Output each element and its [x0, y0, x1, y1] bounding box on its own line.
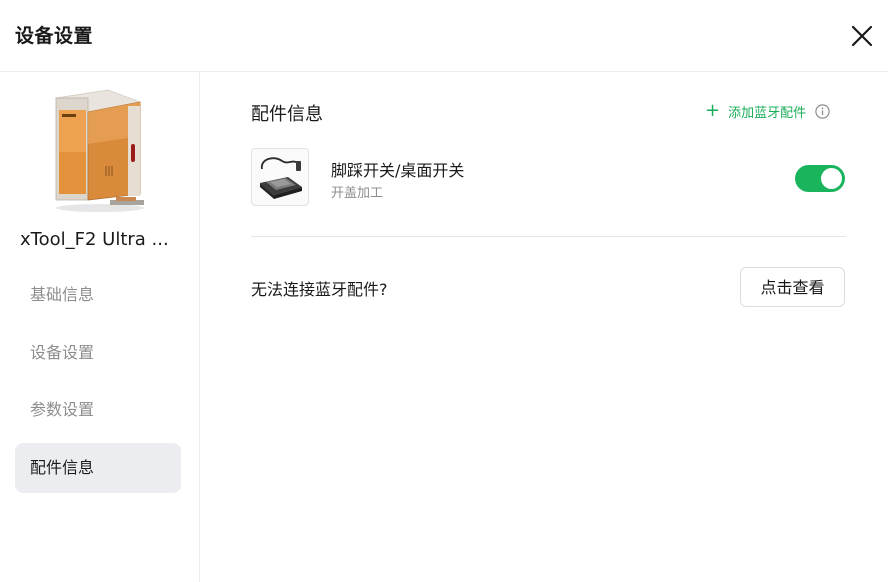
accessory-name: 脚踩开关/桌面开关 [331, 161, 465, 180]
section-title: 配件信息 [251, 104, 323, 125]
sidebar-item-accessory-info[interactable]: 配件信息 [15, 443, 181, 493]
close-icon[interactable] [848, 22, 876, 50]
foot-switch-thumbnail [251, 148, 309, 206]
view-help-button[interactable]: 点击查看 [740, 267, 845, 307]
plus-icon: + [705, 100, 721, 121]
add-bluetooth-accessory-link[interactable]: + 添加蓝牙配件 [705, 101, 830, 121]
dialog-header: 设备设置 [0, 0, 888, 72]
sidebar-item-basic-info[interactable]: 基础信息 [15, 270, 181, 320]
device-name: xTool_F2 Ultra ... [20, 229, 169, 250]
toggle-knob [821, 168, 842, 189]
dialog-title: 设备设置 [15, 25, 94, 47]
accessory-enable-toggle[interactable] [795, 165, 845, 192]
sidebar: xTool_F2 Ultra ... 基础信息 设备设置 参数设置 配件信息 [0, 72, 200, 582]
device-image [48, 84, 148, 212]
sidebar-item-device-settings[interactable]: 设备设置 [15, 328, 181, 378]
sidebar-item-parameter-settings[interactable]: 参数设置 [15, 385, 181, 435]
main-content: 配件信息 + 添加蓝牙配件 脚踩开关/桌面开关 开盖加工 无法连接蓝牙配件? 点… [200, 72, 888, 582]
cant-connect-text: 无法连接蓝牙配件? [251, 280, 388, 299]
divider [251, 236, 846, 237]
accessory-subtitle: 开盖加工 [331, 186, 384, 201]
add-bluetooth-label: 添加蓝牙配件 [728, 105, 807, 121]
info-icon[interactable] [815, 103, 830, 119]
